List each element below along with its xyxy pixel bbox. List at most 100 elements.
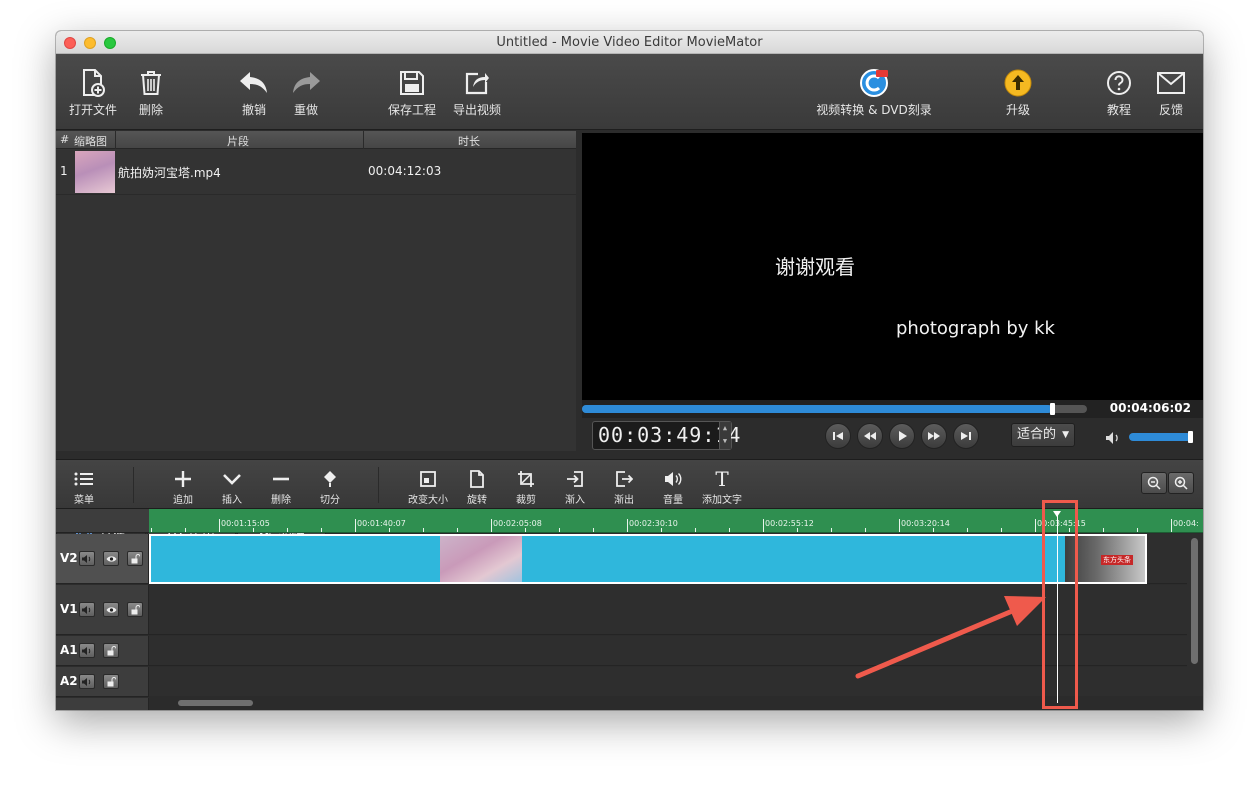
menu-button[interactable]: 菜单 [68,460,100,510]
add-text-button[interactable]: T 添加文字 [698,460,746,510]
upgrade-button[interactable]: 升级 [998,54,1038,130]
lock-icon[interactable] [103,643,119,658]
ruler-minor-tick [457,528,458,532]
mute-icon[interactable] [79,674,95,689]
preview-caption-1: 谢谢观看 [775,255,855,279]
ruler-minor-tick [797,528,798,532]
track-header-filler [56,698,149,710]
ruler-minor-tick [559,528,560,532]
zoom-in-button[interactable] [1168,472,1194,494]
timeline-clip[interactable]: 东方头条 [149,534,1147,584]
help-icon [1106,68,1132,98]
ruler-major-tick [763,519,764,532]
trash-icon [139,68,163,98]
track-header-a1[interactable]: A1 [56,636,149,666]
progress-handle[interactable] [1050,403,1055,415]
fade-in-button[interactable]: 渐入 [558,460,592,510]
split-button[interactable]: 切分 [313,460,347,510]
media-list-panel: # 缩略图 片段 时长 1 航拍妫河宝塔.mp4 00:04:12:03 文件 … [56,131,576,551]
brand-badge: 东方头条 [1101,555,1133,565]
volume-button[interactable]: 音量 [656,460,690,510]
timeline-toolbar: 菜单 追加 插入 删除 切分 改变大小 旋转 裁剪 渐入 渐出 音量 T 添加文… [56,459,1203,509]
video-preview[interactable]: 谢谢观看 photograph by kk [582,133,1203,400]
track-header-a2[interactable]: A2 [56,667,149,697]
rotate-button[interactable]: 旋转 [460,460,494,510]
horizontal-scroll-thumb[interactable] [178,700,253,706]
window-title: Untitled - Movie Video Editor MovieMator [496,35,763,50]
insert-button[interactable]: 插入 [215,460,249,510]
track-lane-a1[interactable] [149,636,1187,666]
vertical-scrollbar[interactable] [1187,534,1203,696]
resize-button[interactable]: 改变大小 [406,460,450,510]
ruler-minor-tick [1001,528,1002,532]
delete-button[interactable]: 删除 [134,54,168,130]
mute-icon[interactable] [79,602,95,617]
media-list-item[interactable]: 1 航拍妫河宝塔.mp4 00:04:12:03 [56,149,576,195]
plus-icon [174,468,192,490]
chevron-down-icon: ▼ [1062,430,1069,440]
track-lane-a2[interactable] [149,667,1187,697]
skip-start-button[interactable] [825,423,851,449]
zoom-fit-select[interactable]: 适合的 ▼ [1011,423,1075,447]
track-header-v1[interactable]: V1 [56,585,149,635]
remove-clip-button[interactable]: 删除 [264,460,298,510]
ruler-minor-tick [967,528,968,532]
volume-handle[interactable] [1188,431,1193,443]
convert-dvd-button[interactable]: 视频转换 & DVD刻录 [812,54,936,130]
save-project-button[interactable]: 保存工程 [384,54,440,130]
speaker-icon[interactable] [1105,430,1121,449]
ruler-tick-label: 00:01:15:05 [221,519,270,528]
rewind-button[interactable] [857,423,883,449]
redo-button[interactable]: 重做 [286,54,326,130]
eye-icon[interactable] [103,602,119,617]
skip-end-icon [961,432,971,440]
ruler-minor-tick [287,528,288,532]
lock-icon[interactable] [127,602,143,617]
resize-icon [420,468,436,490]
ruler-minor-tick [423,528,424,532]
redo-icon [290,68,322,98]
undo-button[interactable]: 撤销 [234,54,274,130]
header-duration: 时长 [458,135,480,148]
feedback-button[interactable]: 反馈 [1154,54,1188,130]
total-time: 00:04:06:02 [1109,401,1191,415]
list-menu-icon [74,468,94,490]
minus-icon [272,468,290,490]
track-lane-v1[interactable] [149,585,1187,635]
ruler-minor-tick [525,528,526,532]
playback-progress-bar[interactable] [582,403,1087,415]
play-button[interactable] [889,423,915,449]
ruler-tick-label: 00:02:05:08 [493,519,542,528]
ruler-minor-tick [185,528,186,532]
ruler-tick-label: 00:04: [1173,519,1199,528]
timecode-stepper[interactable]: ▲ ▼ [719,422,731,449]
skip-start-icon [833,432,843,440]
fade-out-button[interactable]: 渐出 [607,460,641,510]
volume-slider[interactable] [1129,431,1193,443]
mute-icon[interactable] [79,643,95,658]
export-video-button[interactable]: 导出视频 [449,54,505,130]
track-header-v2[interactable]: V2 [56,534,149,584]
timecode-field[interactable]: 00:03:49:14 ▲ ▼ [592,421,740,450]
mute-icon[interactable] [79,551,95,566]
skip-end-button[interactable] [953,423,979,449]
ruler-minor-tick [1103,528,1104,532]
zoom-out-button[interactable] [1141,472,1167,494]
vertical-scroll-thumb[interactable] [1191,538,1198,664]
eye-icon[interactable] [103,551,119,566]
chevron-down-icon [222,468,242,490]
crop-button[interactable]: 裁剪 [509,460,543,510]
media-list-header: # 缩略图 片段 时长 [56,131,576,149]
ruler-major-tick [355,519,356,532]
tutorial-button[interactable]: 教程 [1102,54,1136,130]
rotate-page-icon [469,468,485,490]
fast-forward-button[interactable] [921,423,947,449]
lock-icon[interactable] [127,551,143,566]
lock-icon[interactable] [103,674,119,689]
open-file-button[interactable]: 打开文件 [66,54,120,130]
ruler-minor-tick [661,528,662,532]
main-toolbar: 打开文件 删除 撤销 重做 保存工程 导出视频 视频转换 & DVD刻录 升级 … [56,54,1203,130]
append-button[interactable]: 追加 [166,460,200,510]
ruler-tick-label: 00:02:55:12 [765,519,814,528]
ruler-major-tick [899,519,900,532]
